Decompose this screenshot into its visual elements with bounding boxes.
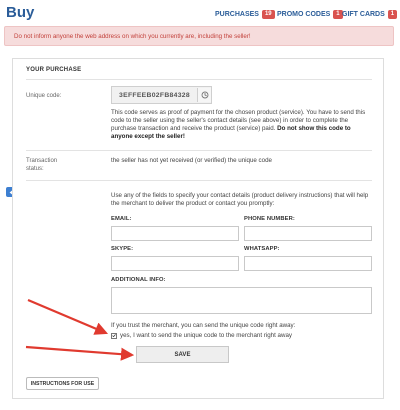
nav-purchases[interactable]: PURCHASES 19 — [215, 10, 275, 19]
contact-description: Use any of the fields to specify your co… — [111, 192, 369, 207]
send-code-option[interactable]: yes, I want to send the unique code to t… — [111, 332, 292, 339]
code-description: This code serves as proof of payment for… — [111, 109, 373, 141]
transaction-status-label: Transaction status: — [26, 158, 58, 172]
send-code-checkbox[interactable] — [111, 332, 117, 339]
section-title: YOUR PURCHASE — [26, 67, 82, 73]
skype-field[interactable] — [111, 256, 239, 271]
copy-icon — [201, 91, 208, 99]
nav-promo-codes-label: PROMO CODES — [277, 11, 331, 18]
save-button[interactable]: SAVE — [136, 346, 229, 363]
unique-code-field[interactable]: 3EFFEEB02FB84328 — [111, 86, 212, 104]
alert-text: Do not inform anyone the web address on … — [14, 33, 251, 40]
nav-purchases-label: PURCHASES — [215, 11, 259, 18]
email-label: EMAIL: — [111, 216, 132, 222]
nav-gift-cards-label: GIFT CARDS — [342, 11, 385, 18]
checkmark-icon — [112, 334, 116, 338]
email-field[interactable] — [111, 226, 239, 241]
phone-label: PHONE NUMBER: — [244, 216, 295, 222]
phone-field[interactable] — [244, 226, 372, 241]
gift-cards-count-badge: 1 — [387, 10, 398, 19]
additional-info-field[interactable] — [111, 287, 372, 314]
security-alert: Do not inform anyone the web address on … — [4, 26, 394, 46]
instructions-button[interactable]: INSTRUCTIONS FOR USE — [26, 377, 99, 390]
send-code-checkbox-label: yes, I want to send the unique code to t… — [120, 332, 292, 339]
divider — [26, 150, 372, 151]
whatsapp-label: WHATSAPP: — [244, 246, 280, 252]
divider — [26, 180, 372, 181]
nav-gift-cards[interactable]: GIFT CARDS 1 — [342, 10, 398, 19]
unique-code-label: Unique code: — [26, 93, 62, 99]
additional-info-label: ADDITIONAL INFO: — [111, 277, 166, 283]
whatsapp-field[interactable] — [244, 256, 372, 271]
transaction-status-value: the seller has not yet received (or veri… — [111, 157, 272, 164]
nav-promo-codes[interactable]: PROMO CODES 1 — [277, 10, 343, 19]
unique-code-value: 3EFFEEB02FB84328 — [119, 91, 190, 99]
purchases-count-badge: 19 — [261, 10, 275, 19]
copy-button[interactable] — [197, 88, 211, 102]
skype-label: SKYPE: — [111, 246, 134, 252]
trust-text: If you trust the merchant, you can send … — [111, 322, 296, 329]
page-title: Buy — [6, 4, 35, 21]
divider — [26, 79, 372, 80]
